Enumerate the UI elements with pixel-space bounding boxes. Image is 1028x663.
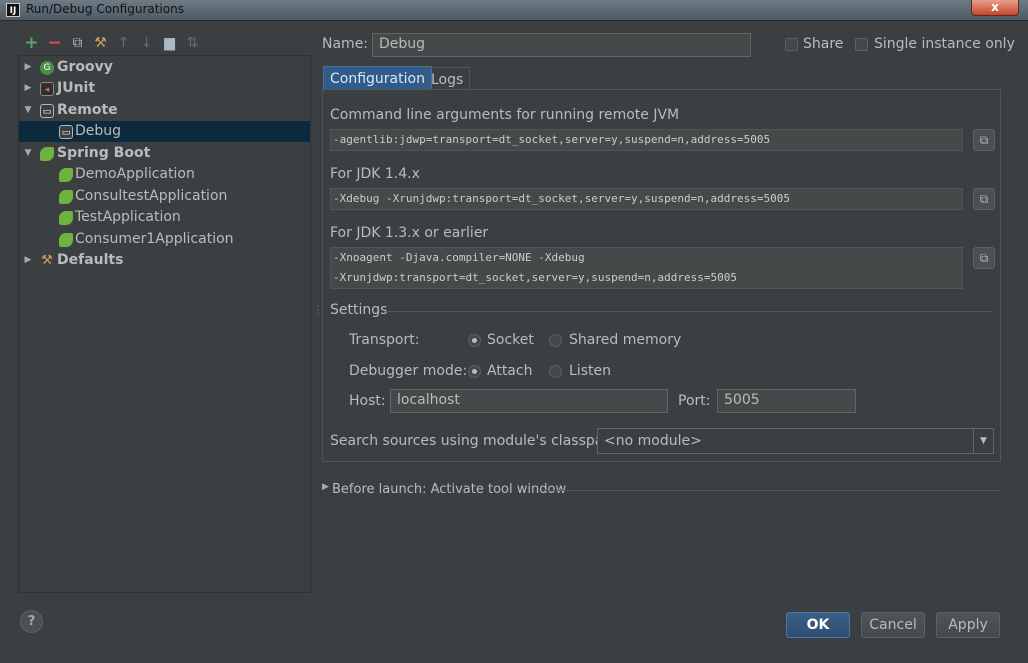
- spring-boot-icon: [59, 168, 73, 182]
- tree-node-label: TestApplication: [75, 209, 181, 225]
- defaults-icon: ⚒: [41, 253, 53, 268]
- mode-listen-label: Listen: [569, 363, 611, 379]
- tree-node-label: ConsultestApplication: [75, 188, 228, 204]
- window-title: Run/Debug Configurations: [26, 2, 184, 16]
- transport-socket-radio[interactable]: [468, 334, 481, 347]
- before-launch-expand-icon[interactable]: ▶: [322, 482, 329, 492]
- transport-label: Transport:: [349, 332, 420, 348]
- transport-socket-label: Socket: [487, 332, 534, 348]
- module-select[interactable]: <no module> ▼: [597, 428, 994, 454]
- tab-logs[interactable]: Logs: [424, 67, 471, 91]
- move-up-button[interactable]: ↑: [112, 33, 135, 53]
- command-line-arguments-field[interactable]: -agentlib:jdwp=transport=dt_socket,serve…: [330, 129, 963, 151]
- groovy-icon: G: [40, 61, 54, 75]
- share-checkbox[interactable]: [785, 38, 798, 51]
- remote-icon: ▭: [59, 125, 73, 139]
- before-launch-separator: [544, 490, 1000, 491]
- tree-node-label: Remote: [57, 102, 118, 118]
- tree-node-debug[interactable]: ▭ Debug: [19, 121, 310, 142]
- name-label: Name:: [322, 36, 369, 52]
- jdk13-arguments-field[interactable]: -Xnoagent -Djava.compiler=NONE -Xdebug -…: [330, 247, 963, 289]
- tree-node-spring-boot[interactable]: ▼ Spring Boot: [19, 143, 310, 164]
- tree-node-label: Consumer1Application: [75, 231, 234, 247]
- tree-node-demo-application[interactable]: DemoApplication: [19, 164, 310, 185]
- single-instance-label: Single instance only: [874, 36, 1015, 52]
- copy-configuration-button[interactable]: ⧉: [66, 33, 89, 53]
- module-select-value: <no module>: [604, 433, 702, 449]
- junit-icon: ◂: [40, 82, 54, 96]
- tree-node-label: JUnit: [57, 80, 96, 96]
- port-input[interactable]: 5005: [717, 389, 856, 413]
- mode-attach-label: Attach: [487, 363, 533, 379]
- spring-boot-icon: [40, 147, 54, 161]
- tab-configuration[interactable]: Configuration: [323, 66, 432, 90]
- jdk13-line-1: -Xnoagent -Djava.compiler=NONE -Xdebug: [333, 251, 585, 264]
- collapsed-arrow-icon[interactable]: ▶: [22, 78, 34, 99]
- jdk13-line-2: -Xrunjdwp:transport=dt_socket,server=y,s…: [333, 271, 737, 284]
- copy-to-clipboard-icon[interactable]: ⧉: [973, 188, 995, 210]
- collapsed-arrow-icon[interactable]: ▶: [22, 250, 34, 271]
- command-line-arguments-label: Command line arguments for running remot…: [330, 107, 680, 123]
- tree-node-defaults[interactable]: ▶ ⚒ Defaults: [19, 250, 310, 271]
- move-down-button[interactable]: ↓: [135, 33, 158, 53]
- cancel-button[interactable]: Cancel: [861, 612, 925, 638]
- host-input[interactable]: localhost: [390, 389, 668, 413]
- tree-node-remote[interactable]: ▼ ▭ Remote: [19, 100, 310, 121]
- expanded-arrow-icon[interactable]: ▼: [22, 100, 34, 121]
- title-bar: IJ Run/Debug Configurations x: [0, 0, 1028, 21]
- apply-button[interactable]: Apply: [936, 612, 1000, 638]
- jdk14-arguments-field[interactable]: -Xdebug -Xrunjdwp:transport=dt_socket,se…: [330, 188, 963, 210]
- spring-boot-icon: [59, 211, 73, 225]
- settings-section-label: Settings: [330, 302, 388, 318]
- close-window-button[interactable]: x: [971, 0, 1019, 16]
- host-label: Host:: [349, 393, 386, 409]
- single-instance-checkbox[interactable]: [855, 38, 868, 51]
- spring-boot-icon: [59, 190, 73, 204]
- configurations-toolbar: + − ⧉ ⚒ ↑ ↓ ▆ ⇅: [20, 33, 204, 53]
- copy-to-clipboard-icon[interactable]: ⧉: [973, 129, 995, 151]
- tree-node-label: Groovy: [57, 59, 113, 75]
- collapsed-arrow-icon[interactable]: ▶: [22, 57, 34, 78]
- spring-boot-icon: [59, 233, 73, 247]
- name-input[interactable]: Debug: [372, 33, 751, 57]
- tree-node-consumer1-application[interactable]: Consumer1Application: [19, 229, 310, 250]
- intellij-app-icon: IJ: [6, 3, 20, 17]
- tree-node-label: DemoApplication: [75, 166, 195, 182]
- jdk13-label: For JDK 1.3.x or earlier: [330, 225, 489, 241]
- ok-button[interactable]: OK: [786, 612, 850, 638]
- transport-shared-memory-label: Shared memory: [569, 332, 682, 348]
- expanded-arrow-icon[interactable]: ▼: [22, 143, 34, 164]
- tree-node-label: Spring Boot: [57, 145, 151, 161]
- search-sources-label: Search sources using module's classpath:: [330, 433, 623, 449]
- copy-to-clipboard-icon[interactable]: ⧉: [973, 247, 995, 269]
- chevron-down-icon[interactable]: ▼: [973, 429, 993, 453]
- sort-configurations-button[interactable]: ⇅: [181, 33, 204, 53]
- configurations-tree: ▶ G Groovy ▶ ◂ JUnit ▼ ▭ Remote ▭ Debug …: [18, 55, 311, 593]
- tree-node-junit[interactable]: ▶ ◂ JUnit: [19, 78, 310, 99]
- run-debug-configurations-dialog: + − ⧉ ⚒ ↑ ↓ ▆ ⇅ ▶ G Groovy ▶ ◂ JUnit ▼ ▭…: [0, 21, 1028, 663]
- tree-node-test-application[interactable]: TestApplication: [19, 207, 310, 228]
- edit-defaults-button[interactable]: ⚒: [89, 33, 112, 53]
- mode-attach-radio[interactable]: [468, 365, 481, 378]
- share-label: Share: [803, 36, 844, 52]
- tree-node-label: Defaults: [57, 252, 124, 268]
- remove-configuration-button[interactable]: −: [43, 33, 66, 53]
- transport-shared-memory-radio[interactable]: [549, 334, 562, 347]
- port-label: Port:: [678, 393, 711, 409]
- help-button[interactable]: ?: [20, 610, 43, 633]
- tree-node-label: Debug: [75, 123, 122, 139]
- tree-node-consultest-application[interactable]: ConsultestApplication: [19, 186, 310, 207]
- debugger-mode-label: Debugger mode:: [349, 363, 468, 379]
- settings-separator: [386, 311, 993, 312]
- jdk14-label: For JDK 1.4.x: [330, 166, 420, 182]
- remote-icon: ▭: [40, 104, 54, 118]
- before-launch-label[interactable]: Before launch: Activate tool window: [332, 482, 566, 497]
- create-folder-button[interactable]: ▆: [158, 33, 181, 53]
- add-configuration-button[interactable]: +: [20, 33, 43, 53]
- mode-listen-radio[interactable]: [549, 365, 562, 378]
- tree-node-groovy[interactable]: ▶ G Groovy: [19, 57, 310, 78]
